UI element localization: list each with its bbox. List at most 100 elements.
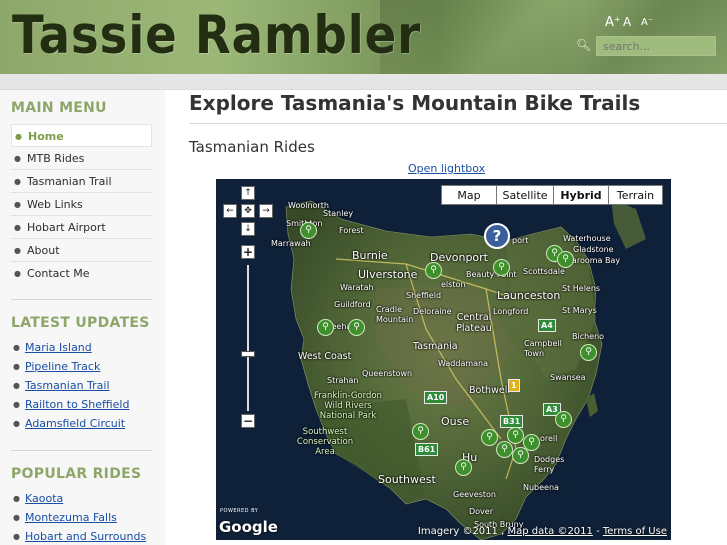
place-label: Waterhouse [563,234,611,243]
place-label: Scottsdale [523,267,565,276]
popular-link-hobart[interactable]: Hobart and Surrounds [25,530,146,543]
popular-link-montezuma[interactable]: Montezuma Falls [25,511,117,524]
place-label: Guildford [334,300,371,309]
map-type-satellite[interactable]: Satellite [496,185,554,205]
bike-marker-icon[interactable]: ⚲ [493,259,510,276]
latest-link-pipeline-track[interactable]: Pipeline Track [25,360,100,373]
menu-item-label: Web Links [26,198,83,211]
bullet-icon: ● [13,494,20,503]
pan-left-icon[interactable]: ← [223,204,237,218]
bullet-icon: ● [13,362,20,371]
place-label: Geeveston [453,490,496,499]
pan-center-icon[interactable]: ✥ [241,204,255,218]
road-shield: 1 [508,379,520,392]
zoom-out-icon[interactable]: − [241,414,255,428]
list-item: ● Hobart and Surrounds [13,530,146,545]
list-item: ● Kaoota [13,492,146,511]
list-item: ● Maria Island [13,341,129,360]
latest-link-railton[interactable]: Railton to Sheffield [25,398,129,411]
bike-marker-icon[interactable]: ⚲ [496,441,513,458]
bike-marker-icon[interactable]: ⚲ [481,429,498,446]
bullet-icon: ● [13,381,20,390]
map-type-hybrid[interactable]: Hybrid [553,185,609,205]
menu-item-hobart-airport[interactable]: ● Hobart Airport [11,216,152,239]
bullet-icon: ● [14,246,21,255]
place-label: Longford [493,307,529,316]
road-shield: A4 [538,319,556,332]
main-menu-heading: MAIN MENU [11,100,107,116]
bike-marker-icon[interactable]: ⚲ [555,411,572,428]
zoom-slider-handle[interactable] [241,351,255,357]
place-label: Gladstone [573,245,614,254]
place-label: elston [441,280,466,289]
menu-item-label: Contact Me [26,267,90,280]
imagery-credit: Imagery ©2011 , [417,526,505,537]
latest-link-tasmanian-trail[interactable]: Tasmanian Trail [25,379,110,392]
map-type-terrain[interactable]: Terrain [608,185,663,205]
menu-item-label: Home [27,130,64,143]
bike-marker-icon[interactable]: ⚲ [580,344,597,361]
bike-marker-icon[interactable]: ⚲ [455,459,472,476]
help-icon[interactable]: ? [484,223,510,249]
zoom-slider-track[interactable] [247,265,249,411]
place-label: Dodges Ferry [534,455,565,474]
bullet-icon: ● [14,154,21,163]
place-label: Devonport [430,251,488,264]
map-data-link[interactable]: Map data ©2011 [507,526,592,537]
latest-link-adamsfield[interactable]: Adamsfield Circuit [25,417,125,430]
menu-item-contact[interactable]: ● Contact Me [11,262,152,285]
menu-item-mtb-rides[interactable]: ● MTB Rides [11,147,152,170]
place-label: Burnie [352,249,388,262]
site-logo[interactable]: Tassie Rambler [12,2,421,70]
font-increase-button[interactable]: A⁺ [605,15,621,30]
bullet-icon: ● [13,419,20,428]
zoom-in-icon[interactable]: + [241,245,255,259]
list-item: ● Railton to Sheffield [13,398,129,417]
place-label: port [512,236,529,245]
menu-item-web-links[interactable]: ● Web Links [11,193,152,216]
bike-marker-icon[interactable]: ⚲ [507,427,524,444]
menu-item-label: Tasmanian Trail [26,175,112,188]
place-label: Forest [339,226,364,235]
place-label: West Coast [298,351,352,362]
bike-marker-icon[interactable]: ⚲ [317,319,334,336]
bullet-icon: ● [13,532,20,541]
pan-right-icon[interactable]: → [259,204,273,218]
attribution-separator: - [592,526,603,537]
bike-marker-icon[interactable]: ⚲ [412,423,429,440]
menu-item-home[interactable]: ● Home [11,124,152,147]
sidebar-divider [11,450,152,451]
main-content: Explore Tasmania's Mountain Bike Trails … [178,90,727,545]
font-reset-button[interactable]: A [623,15,631,29]
map-type-map[interactable]: Map [441,185,497,205]
popular-rides-list: ● Kaoota ● Montezuma Falls ● Hobart and Sur… [13,492,146,545]
map-view[interactable]: Map Satellite Hybrid Terrain ↑ ← ✥ → ↓ +… [216,179,671,540]
place-label: Launceston [497,289,561,302]
place-label: Swansea [550,373,586,382]
place-label: Sheffield [406,291,442,300]
place-label: Central Plateau [456,312,492,334]
latest-link-maria-island[interactable]: Maria Island [25,341,92,354]
open-lightbox-link[interactable]: Open lightbox [408,162,485,175]
place-label: Deloraine [413,307,452,316]
pan-down-icon[interactable]: ↓ [241,222,255,236]
menu-item-about[interactable]: ● About [11,239,152,262]
sidebar: MAIN MENU ● Home ● MTB Rides ● Tasmanian Tr… [0,90,165,545]
font-decrease-button[interactable]: A⁻ [641,17,653,28]
place-label: Ulverstone [358,268,418,281]
bike-marker-icon[interactable]: ⚲ [425,262,442,279]
place-label: Dover [469,507,493,516]
popular-link-kaoota[interactable]: Kaoota [25,492,63,505]
bike-marker-icon[interactable]: ⚲ [300,222,317,239]
search-input[interactable] [596,36,716,56]
bike-marker-icon[interactable]: ⚲ [557,251,574,268]
bullet-icon: ● [14,200,21,209]
terms-of-use-link[interactable]: Terms of Use [603,526,667,537]
bike-marker-icon[interactable]: ⚲ [348,319,365,336]
place-label: Bicheno [572,332,605,341]
menu-item-tasmanian-trail[interactable]: ● Tasmanian Trail [11,170,152,193]
pan-up-icon[interactable]: ↑ [241,186,255,200]
google-logo[interactable]: Google [219,518,278,536]
bike-marker-icon[interactable]: ⚲ [523,434,540,451]
bullet-icon: ● [15,132,22,141]
